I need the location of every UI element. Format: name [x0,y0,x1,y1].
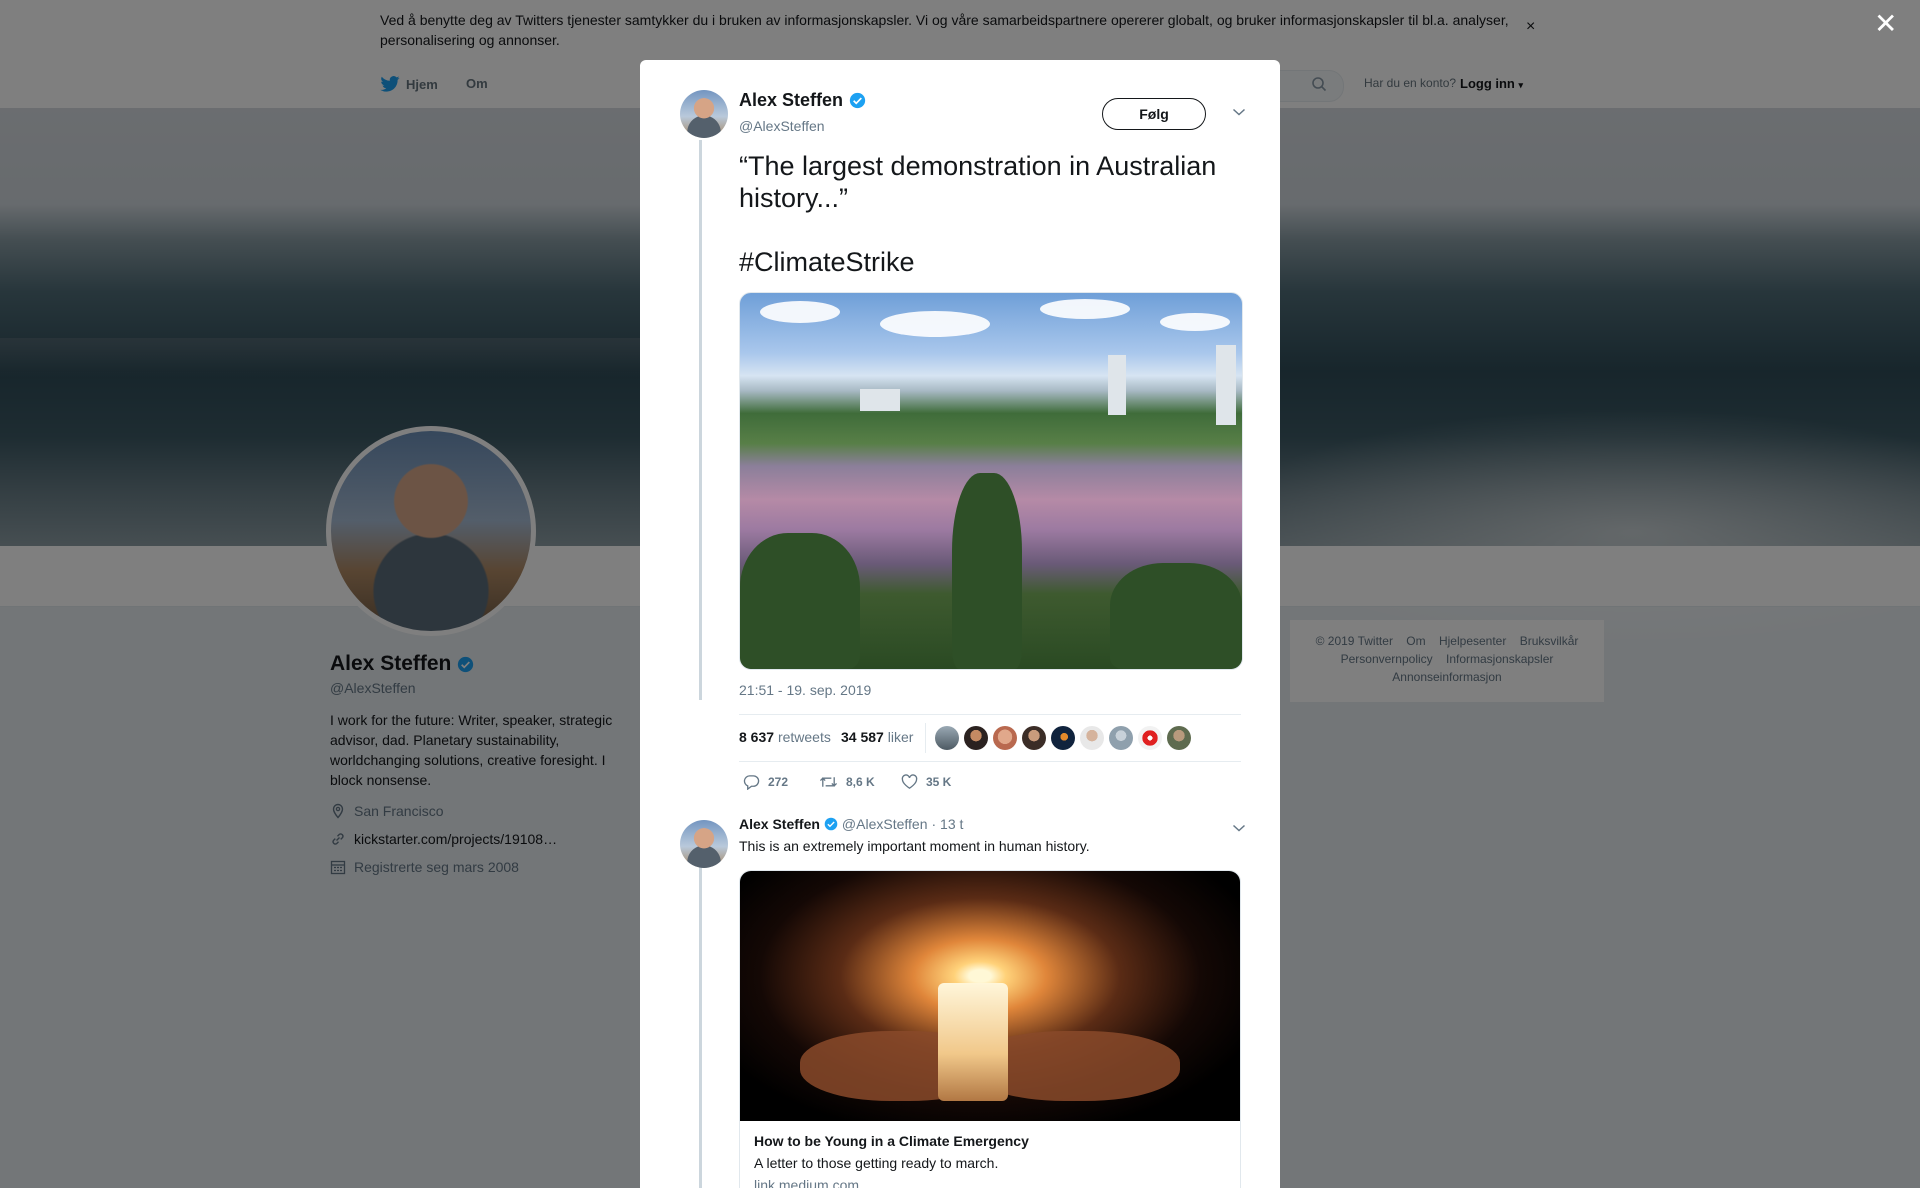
card-candle [938,983,1008,1101]
like-stat[interactable]: 34 587 liker [841,729,913,745]
tweet-hashtag[interactable]: #ClimateStrike [739,246,915,278]
liker-avatar[interactable] [1167,726,1191,750]
reply-text: This is an extremely important moment in… [739,838,1090,854]
thread-line [699,140,702,700]
tweet-author-avatar[interactable] [680,90,728,138]
reply-author-name: Alex Steffen [739,816,820,832]
tweet-author-name-text: Alex Steffen [739,90,844,110]
liker-avatar[interactable] [935,726,959,750]
tweet-photo[interactable] [739,292,1243,670]
photo-cloud [760,301,840,323]
tweet-author-name[interactable]: Alex Steffen [739,90,866,111]
chevron-down-icon[interactable] [1232,822,1246,836]
reply-header[interactable]: Alex Steffen @AlexSteffen · 13 t [739,816,963,832]
reply-age: · 13 t [931,816,964,832]
photo-tree [740,533,860,669]
verified-icon [824,817,838,831]
photo-cloud [880,311,990,337]
verified-icon [849,92,866,109]
reply-button[interactable]: 272 [743,774,788,790]
reply-author-avatar[interactable] [680,820,728,868]
thread-line [699,860,702,1188]
retweet-stat[interactable]: 8 637 retweets [739,729,831,745]
link-card-image [740,871,1240,1121]
close-icon[interactable]: ✕ [1874,10,1897,38]
photo-tree [952,473,1022,669]
photo-cloud [1040,299,1130,319]
photo-building [1108,355,1126,415]
liker-avatar[interactable] [1080,726,1104,750]
reply-author-handle: @AlexSteffen [841,816,928,832]
photo-tree [1110,563,1242,669]
liker-avatar[interactable] [1051,726,1075,750]
chevron-down-icon[interactable] [1232,106,1246,120]
heart-icon [901,774,918,789]
reply-count: 272 [768,775,789,789]
liker-avatar[interactable] [964,726,988,750]
photo-building [1216,345,1236,425]
photo-cloud [1160,313,1230,331]
tweet-author-handle[interactable]: @AlexSteffen [739,118,825,134]
tweet-text: “The largest demonstration in Australian… [739,151,1217,213]
retweet-short-count: 8,6 K [846,775,875,789]
follow-button[interactable]: Følg [1102,98,1206,130]
link-card-title: How to be Young in a Climate Emergency [754,1133,1029,1149]
liker-avatar[interactable] [1109,726,1133,750]
retweet-label: retweets [777,729,831,745]
like-button[interactable]: 35 K [901,774,951,790]
liker-avatar[interactable] [1138,726,1162,750]
link-card[interactable]: How to be Young in a Climate Emergency A… [739,870,1241,1188]
liker-avatar[interactable] [1022,726,1046,750]
link-card-description: A letter to those getting ready to march… [754,1155,999,1171]
stats-divider [925,723,926,753]
tweet-modal: Alex Steffen @AlexSteffen Følg “The larg… [640,60,1280,1188]
link-card-url: link.medium.com [754,1177,860,1188]
like-label: liker [887,729,914,745]
liker-avatars [935,726,1191,750]
retweet-button[interactable]: 8,6 K [819,774,875,790]
tweet-stats: 8 637 retweets 34 587 liker [739,714,1241,762]
retweet-count: 8 637 [739,729,775,745]
liker-avatar[interactable] [993,726,1017,750]
retweet-icon [819,777,838,787]
like-count: 34 587 [841,729,884,745]
tweet-actions: 272 8,6 K 35 K [739,770,1241,794]
reply-icon [743,775,760,790]
like-short-count: 35 K [926,775,952,789]
tweet-timestamp[interactable]: 21:51 - 19. sep. 2019 [739,682,871,698]
photo-building [860,389,900,411]
